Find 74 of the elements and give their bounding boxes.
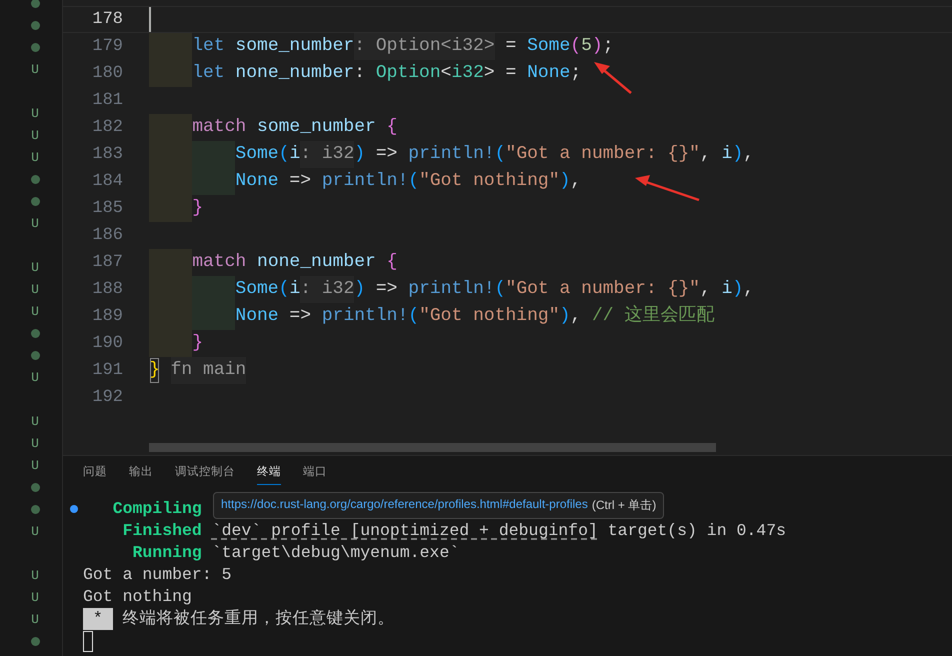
terminal-text: `target\debug\myenum.exe` [212,542,460,564]
change-dot-icon [30,504,40,514]
terminal-notice: 终端将被任务重用，按任意键关闭。 [122,608,395,630]
untracked-mark: U [31,150,39,164]
text-cursor [149,7,151,32]
line-number: 185 [91,198,123,220]
terminal-link[interactable]: `dev` profile [unoptimized + debuginfo] [212,520,598,542]
code-line: let none_number: Option<i32> = None; [149,60,582,87]
line-number: 179 [91,36,123,58]
line-number: 188 [91,279,123,301]
change-dot-icon [30,20,40,30]
untracked-mark: U [31,612,39,626]
panel-tab[interactable]: 输出 [129,461,153,485]
untracked-mark: U [31,524,39,538]
line-number: 182 [91,117,123,139]
change-dot-icon [30,636,40,646]
untracked-mark: U [31,62,39,76]
change-dot-icon [30,196,40,206]
line-number: 186 [91,225,123,247]
line-number: 184 [91,171,123,193]
untracked-mark: U [31,590,39,604]
panel-tab[interactable]: 调试控制台 [175,461,235,485]
code-line: let some_number: Option<i32> = Some(5); [149,33,614,60]
code-line: None => println!("Got nothing"), // 这里会匹配 [149,303,714,330]
panel-tab[interactable]: 终端 [257,461,281,485]
arrow-annotation [594,62,632,94]
line-number: 181 [91,90,123,112]
untracked-mark: U [31,128,39,142]
line-number: 190 [91,333,123,355]
code-line: match none_number { [149,249,398,276]
code-line: None => println!("Got nothing"), [149,168,582,195]
tooltip-hint: (Ctrl + 单击) [592,497,656,514]
panel-tab[interactable]: 端口 [303,461,327,485]
untracked-mark: U [31,414,39,428]
line-number: 189 [91,306,123,328]
untracked-mark: U [31,304,39,318]
status-label: Running [132,542,202,564]
code-line: match some_number { [149,114,398,141]
untracked-mark: U [31,568,39,582]
code-line: } [149,195,204,222]
terminal-output: Got nothing [83,586,192,608]
terminal-text: target(s) in 0.47s [606,520,786,542]
untracked-mark: U [31,458,39,472]
horizontal-scrollbar[interactable] [149,443,716,452]
status-label: Finished [122,520,202,542]
untracked-mark: U [31,106,39,120]
untracked-mark: U [31,282,39,296]
code-line: Some(i: i32) => println!("Got a number: {}", i), [149,276,754,303]
line-number: 178 [91,9,123,31]
change-dot-icon [30,42,40,52]
terminal-cursor [83,630,93,652]
line-number: 183 [91,144,123,166]
panel-tab[interactable]: 问题 [83,461,107,485]
line-number: 191 [91,360,123,382]
change-dot-icon [30,0,40,8]
code-line: Some(i: i32) => println!("Got a number: {}", i), [149,141,754,168]
untracked-mark: U [31,216,39,230]
tooltip-url[interactable]: https://doc.rust-lang.org/cargo/reference/profiles.html#default-profiles [221,497,588,514]
line-number: 192 [91,387,123,409]
status-label: Compiling [112,498,202,520]
terminal-output: Got a number: 5 [83,564,232,586]
untracked-mark: U [31,436,39,450]
untracked-mark: U [31,370,39,384]
code-line: } [149,330,204,357]
untracked-mark: U [31,260,39,274]
line-number: 187 [91,252,123,274]
code-line: } fn main [149,357,246,384]
task-badge: * [83,608,113,630]
change-dot-icon [30,482,40,492]
arrow-annotation [635,175,700,202]
change-dot-icon [30,328,40,338]
line-number: 180 [91,63,123,85]
change-dot-icon [30,350,40,360]
change-dot-icon [30,174,40,184]
